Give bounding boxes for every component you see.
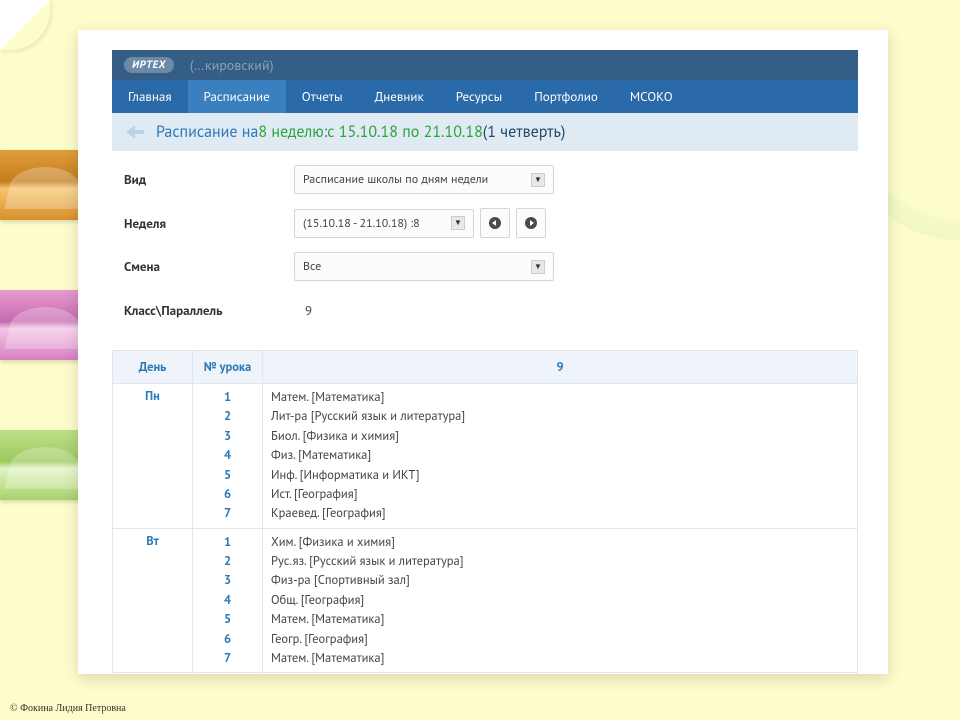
subject-cell: Хим. [Физика и химия]	[263, 673, 858, 674]
filter-week-select[interactable]: (15.10.18 - 21.10.18) :8 ▼	[294, 209, 474, 238]
table-row: Вт1234567Хим. [Физика и химия]Рус.яз. [Р…	[113, 528, 858, 673]
nav-item-2[interactable]: Отчеты	[286, 80, 359, 113]
subhead-prefix: Расписание на	[156, 122, 258, 142]
week-next-button[interactable]	[516, 208, 546, 238]
filter-view-select[interactable]: Расписание школы по дням недели ▼	[294, 165, 554, 194]
filter-week-value: (15.10.18 - 21.10.18) :8	[303, 216, 420, 231]
col-lesson-header: № урока	[193, 351, 263, 384]
dropdown-caret-icon: ▼	[451, 216, 465, 230]
subhead-week-num: 8 неделю	[258, 122, 323, 142]
lesson-number-cell: 1234567	[193, 384, 263, 529]
app-window: ИРТЕХ (…кировский) ГлавнаяРасписаниеОтче…	[78, 30, 888, 674]
schedule-table: День № урока 9 Пн1234567Матем. [Математи…	[112, 350, 858, 674]
decor-ribbon-orange	[0, 150, 90, 220]
nav-item-0[interactable]: Главная	[112, 80, 188, 113]
filter-class-label: Класс\Параллель	[124, 302, 294, 319]
table-row: Пн1234567Матем. [Математика]Лит-ра [Русс…	[113, 384, 858, 529]
app-title-suffix: (…кировский)	[190, 56, 274, 74]
table-row: Ср1Хим. [Физика и химия]	[113, 673, 858, 674]
decor-ribbon-green	[0, 430, 90, 500]
nav-item-4[interactable]: Ресурсы	[440, 80, 518, 113]
day-cell: Вт	[113, 528, 193, 673]
main-navbar: ГлавнаяРасписаниеОтчетыДневникРесурсыПор…	[112, 80, 858, 113]
nav-item-5[interactable]: Портфолио	[518, 80, 614, 113]
subject-cell: Матем. [Математика]Лит-ра [Русский язык …	[263, 384, 858, 529]
back-arrow-icon[interactable]	[124, 121, 146, 143]
col-class-header: 9	[263, 351, 858, 384]
schedule-subheader: Расписание на 8 неделю : с 15.10.18 по 2…	[112, 113, 858, 151]
col-day-header: День	[113, 351, 193, 384]
subject-cell: Хим. [Физика и химия]Рус.яз. [Русский яз…	[263, 528, 858, 673]
week-prev-button[interactable]	[480, 208, 510, 238]
filter-week-label: Неделя	[124, 215, 294, 232]
dropdown-caret-icon: ▼	[531, 173, 545, 187]
lesson-number-cell: 1	[193, 673, 263, 674]
filter-shift-select[interactable]: Все ▼	[294, 252, 554, 281]
nav-item-6[interactable]: МСОКО	[614, 80, 689, 113]
decor-ribbon-pink	[0, 290, 90, 360]
dropdown-caret-icon: ▼	[531, 260, 545, 274]
filter-shift-label: Смена	[124, 258, 294, 275]
filter-class-value: 9	[294, 295, 323, 326]
filter-shift-value: Все	[303, 259, 321, 274]
app-logo: ИРТЕХ	[124, 57, 174, 73]
subhead-range: с 15.10.18 по 21.10.18	[327, 122, 483, 142]
app-titlebar: ИРТЕХ (…кировский)	[112, 50, 858, 80]
subhead-term: (1 четверть)	[483, 122, 566, 142]
page-corner-curl	[0, 0, 50, 50]
filters-form: Вид Расписание школы по дням недели ▼ Не…	[112, 151, 858, 346]
day-cell: Пн	[113, 384, 193, 529]
filter-view-value: Расписание школы по дням недели	[303, 172, 488, 187]
nav-item-3[interactable]: Дневник	[359, 80, 440, 113]
day-cell: Ср	[113, 673, 193, 674]
slide-credit: © Фокина Лидия Петровна	[10, 703, 126, 714]
nav-item-1[interactable]: Расписание	[188, 80, 286, 113]
lesson-number-cell: 1234567	[193, 528, 263, 673]
filter-view-label: Вид	[124, 171, 294, 188]
